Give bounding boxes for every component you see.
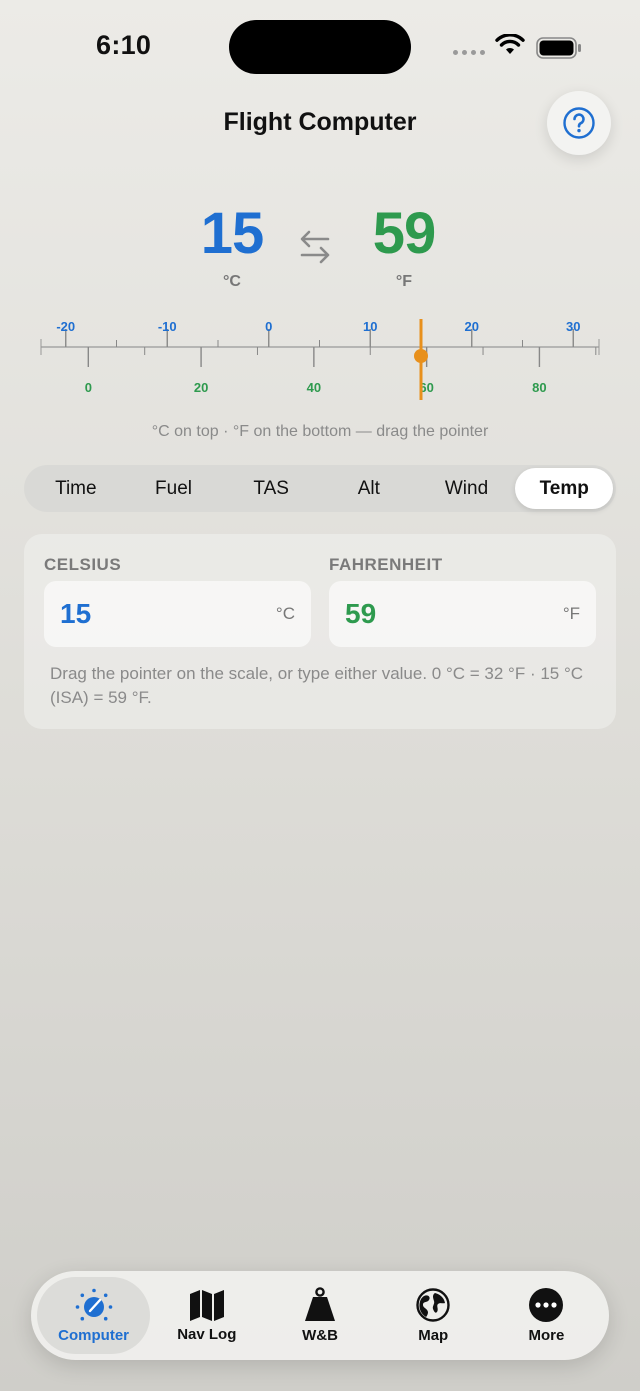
tab-nav-log[interactable]: Nav Log xyxy=(150,1277,263,1354)
fahrenheit-tick-label: 80 xyxy=(532,380,546,395)
tab-wb-label: W&B xyxy=(302,1327,338,1344)
scale-hint: °C on top · °F on the bottom — drag the … xyxy=(151,423,489,440)
map-fold-icon xyxy=(189,1290,224,1321)
fahrenheit-field-label: FAHRENHEIT xyxy=(329,555,443,574)
dynamic-island xyxy=(229,20,411,74)
celsius-input-value: 15 xyxy=(60,598,92,629)
segment-wind[interactable]: Wind xyxy=(418,468,516,509)
segment-time[interactable]: Time xyxy=(27,468,125,509)
tab-computer-label: Computer xyxy=(58,1327,130,1344)
fahrenheit-unit-label: °F xyxy=(395,273,413,290)
page-title: Flight Computer xyxy=(223,108,417,136)
celsius-tick-label: 20 xyxy=(465,319,479,334)
calculator-segmented-control[interactable]: Time Fuel TAS Alt Wind Temp xyxy=(24,465,616,512)
tab-map-label: Map xyxy=(418,1327,449,1344)
dial-gauge-icon xyxy=(75,1288,112,1321)
tab-bar: Computer Nav Log W&B Map More xyxy=(31,1271,609,1360)
fahrenheit-input[interactable]: 59 °F xyxy=(329,581,596,647)
fahrenheit-tick-label: 20 xyxy=(194,380,208,395)
question-circle-icon xyxy=(563,107,595,139)
celsius-input[interactable]: 15 °C xyxy=(44,581,311,647)
weight-icon xyxy=(305,1287,335,1321)
tab-more-label: More xyxy=(528,1327,565,1344)
signal-dots-icon xyxy=(453,50,485,55)
segment-tas[interactable]: TAS xyxy=(222,468,320,509)
celsius-tick-label: 30 xyxy=(566,319,580,334)
swap-arrows-icon[interactable] xyxy=(297,227,333,272)
celsius-tick-label: 0 xyxy=(265,319,272,334)
fahrenheit-tick-label: 40 xyxy=(307,380,321,395)
segment-temp[interactable]: Temp xyxy=(515,468,614,509)
battery-icon xyxy=(536,37,582,64)
tab-nav-log-label: Nav Log xyxy=(177,1326,237,1343)
tab-wb[interactable]: W&B xyxy=(263,1277,376,1354)
celsius-field-label: CELSIUS xyxy=(44,555,122,574)
globe-icon xyxy=(416,1288,450,1322)
celsius-unit-label: °C xyxy=(223,273,241,290)
celsius-tick-label: -20 xyxy=(56,319,75,334)
conversion-note: Drag the pointer on the scale, or type e… xyxy=(50,664,584,707)
fahrenheit-readout: 59 xyxy=(372,201,437,266)
more-dots-icon xyxy=(529,1288,564,1322)
help-button[interactable] xyxy=(547,91,611,155)
temperature-scale[interactable]: -60-50-40-30-20-1001020304050-60-40-2002… xyxy=(40,312,600,400)
celsius-input-unit: °C xyxy=(275,604,295,623)
tab-computer[interactable]: Computer xyxy=(37,1277,151,1354)
celsius-tick-label: 10 xyxy=(363,319,377,334)
fahrenheit-tick-label: 0 xyxy=(85,380,92,395)
tab-more[interactable]: More xyxy=(490,1277,603,1354)
status-time: 6:10 xyxy=(96,30,152,60)
celsius-tick-label: -10 xyxy=(158,319,177,334)
tab-map[interactable]: Map xyxy=(377,1277,490,1354)
scale-pointer-knob[interactable] xyxy=(414,349,428,363)
wifi-icon xyxy=(495,33,525,61)
segment-alt[interactable]: Alt xyxy=(320,468,418,509)
segment-fuel[interactable]: Fuel xyxy=(125,468,223,509)
fahrenheit-input-value: 59 xyxy=(345,598,377,629)
fahrenheit-input-unit: °F xyxy=(562,604,580,623)
celsius-readout: 15 xyxy=(200,201,265,266)
